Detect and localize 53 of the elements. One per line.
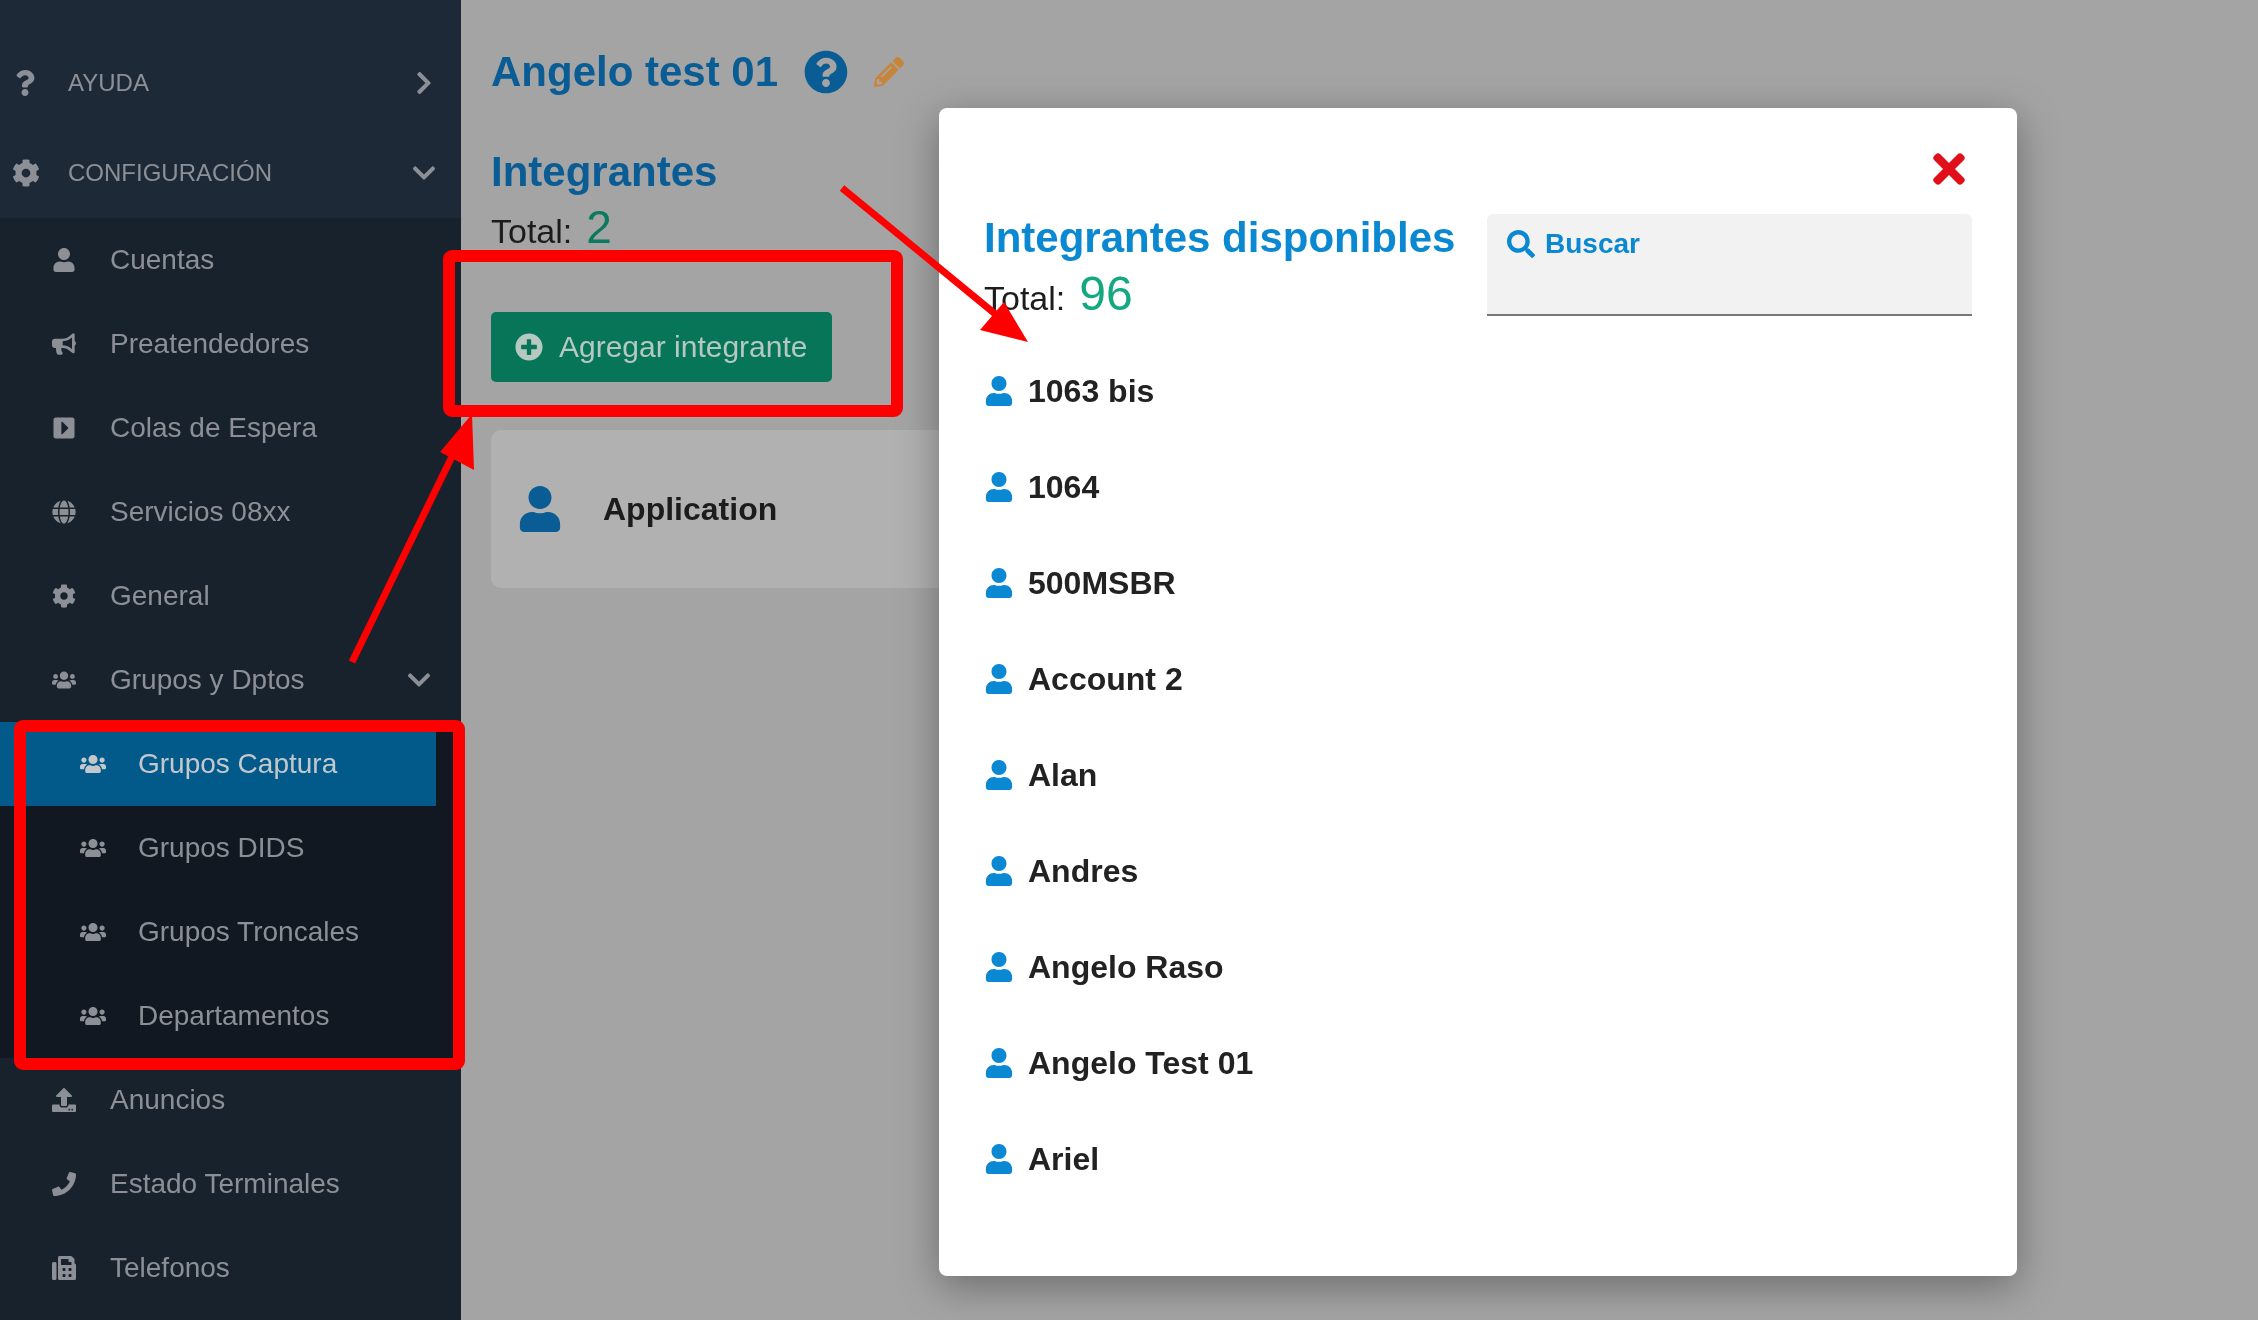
sidebar-item[interactable]: Grupos DIDS <box>0 806 436 890</box>
total-count: 2 <box>586 200 612 254</box>
total-label: Total: <box>984 279 1066 318</box>
person-icon <box>984 1144 1014 1174</box>
person-icon <box>984 760 1014 790</box>
globe-icon <box>52 500 76 524</box>
page-title: Angelo test 01 <box>491 48 779 96</box>
modal-title: Integrantes disponibles <box>984 214 1456 262</box>
search-icon <box>1507 230 1535 258</box>
sidebar-item[interactable]: Servicios 08xx <box>0 470 436 554</box>
member-list-item[interactable]: Ariel <box>984 1111 1972 1207</box>
person-icon <box>984 568 1014 598</box>
sidebar-item[interactable]: Departamentos <box>0 974 436 1058</box>
person-icon <box>517 486 563 532</box>
member-list-item[interactable]: 1063 bis <box>984 343 1972 439</box>
sidebar-item[interactable]: Cuentas <box>0 218 436 302</box>
sidebar-item[interactable]: Grupos Troncales <box>0 890 436 974</box>
sidebar-item[interactable]: Colas de Espera <box>0 386 436 470</box>
total-count: 96 <box>1079 266 1133 321</box>
gear-icon <box>52 584 76 608</box>
person-icon <box>984 664 1014 694</box>
member-list-item[interactable]: Alan <box>984 727 1972 823</box>
sidebar-item[interactable]: Telefonos <box>0 1226 436 1310</box>
member-list-item[interactable]: Angelo Test 01 <box>984 1015 1972 1111</box>
member-name: Application <box>603 490 778 528</box>
section-title: Integrantes <box>491 148 718 196</box>
member-list-item[interactable]: Angelo Raso <box>984 919 1972 1015</box>
person-icon <box>984 1048 1014 1078</box>
sidebar-item[interactable]: Grupos y Dptos <box>0 638 436 722</box>
sidebar-section[interactable]: CONFIGURACIÓN <box>0 128 461 218</box>
sidebar-item[interactable]: Estado Terminales <box>0 1142 436 1226</box>
sidebar-item[interactable]: General <box>0 554 436 638</box>
person-icon <box>984 952 1014 982</box>
member-list-item[interactable]: Account 2 <box>984 631 1972 727</box>
person-icon <box>984 376 1014 406</box>
sidebar-item[interactable]: Preatendedores <box>0 302 436 386</box>
member-list-item[interactable]: 1064 <box>984 439 1972 535</box>
phone-icon <box>52 1172 76 1196</box>
sidebar-item[interactable]: Anuncios <box>0 1058 436 1142</box>
upload-icon <box>52 1088 76 1112</box>
telephone-icon <box>52 1256 76 1280</box>
help-icon[interactable] <box>804 50 849 94</box>
add-member-button[interactable]: Agregar integrante <box>491 312 832 382</box>
member-list-item[interactable]: 500MSBR <box>984 535 1972 631</box>
person-icon <box>52 248 76 272</box>
megaphone-icon <box>52 332 76 356</box>
gear-icon <box>12 159 40 187</box>
person-icon <box>984 856 1014 886</box>
total-label: Total: <box>491 212 573 251</box>
person-icon <box>984 472 1014 502</box>
search-field[interactable]: Buscar <box>1487 214 1972 316</box>
sidebar-section[interactable]: AYUDA <box>0 38 461 128</box>
member-list-item[interactable]: Andres <box>984 823 1972 919</box>
